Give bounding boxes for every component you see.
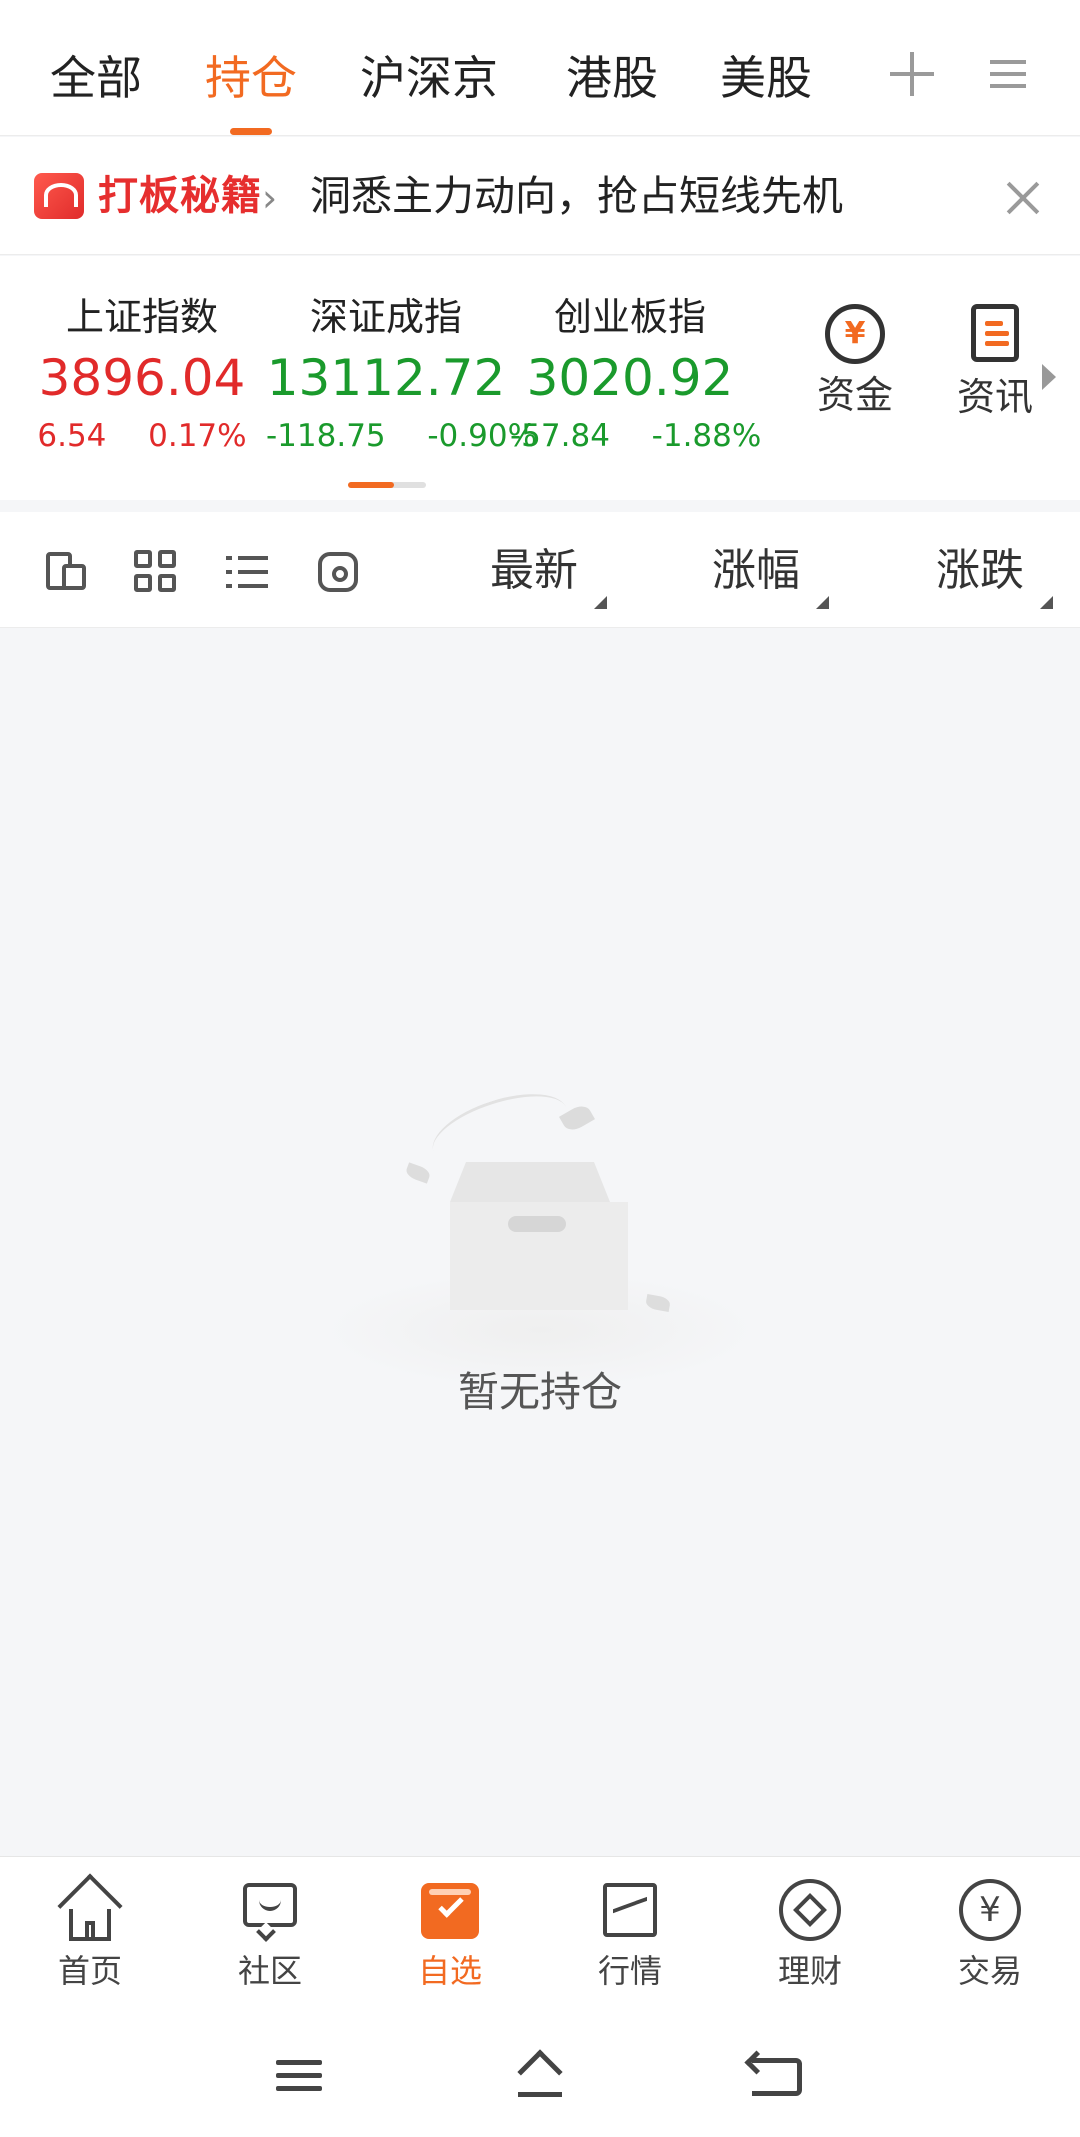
menu-icon[interactable] [990,56,1026,92]
nav-label: 行情 [597,1952,662,1990]
nav-trade[interactable]: ¥ 交易 [900,1879,1080,1993]
scroll-right-arrow-icon[interactable] [1042,364,1056,390]
index-value: 13112.72 [266,349,506,407]
index-change-amount: -57.84 [510,418,610,454]
column-change-amount[interactable]: 涨跌 [936,542,1024,600]
system-home-icon[interactable] [512,2049,568,2100]
index-pager-active [348,482,394,488]
index-card-shenzhen[interactable]: 深证成指 13112.72 -118.75 -0.90% [266,292,537,458]
nav-home[interactable]: 首页 [0,1873,180,1993]
system-back-icon[interactable] [752,2058,802,2096]
settings-icon[interactable] [318,552,358,592]
list-view-icon[interactable] [226,550,270,594]
promo-brand: 打板秘籍 [98,173,262,219]
market-index-strip: 上证指数 3896.04 6.54 0.17% 深证成指 13112.72 -1… [0,256,1080,500]
top-tab-bar: 全部 持仓 沪深京 港股 美股 [0,0,1080,136]
index-name: 创业板指 [553,295,706,339]
system-menu-icon[interactable] [276,2058,322,2094]
index-card-shanghai[interactable]: 上证指数 3896.04 6.54 0.17% [22,292,262,458]
promo-chevron-right-icon: › [262,176,278,220]
nav-label: 理财 [777,1952,842,1990]
index-change-amount: 6.54 [37,418,107,454]
nav-label: 社区 [237,1952,302,1990]
active-tab-indicator [230,128,272,135]
promo-banner[interactable]: 打板秘籍 › 洞悉主力动向，抢占短线先机 [0,137,1080,255]
bottom-navigation: 首页 社区 自选 行情 理财 ¥ 交易 [0,1856,1080,2012]
nav-market[interactable]: 行情 [540,1879,720,1993]
community-icon [239,1879,301,1942]
index-change: 6.54 0.17% [22,414,262,458]
index-name: 上证指数 [65,295,218,339]
empty-box-illustration [300,1079,780,1390]
news-icon [971,304,1019,362]
market-icon [599,1879,661,1941]
index-card-chinext[interactable]: 创业板指 3020.92 -57.84 -1.88% [510,292,761,458]
grid-view-icon[interactable] [134,550,178,594]
nav-community[interactable]: 社区 [180,1879,360,1993]
tab-all[interactable]: 全部 [50,48,142,108]
promo-logo-icon [34,173,84,219]
quick-link-news[interactable]: 资讯 [935,304,1055,422]
index-name: 深证成指 [309,295,462,339]
nav-label: 首页 [57,1952,122,1990]
close-icon[interactable] [1006,181,1040,215]
index-value: 3896.04 [38,349,246,407]
tab-holdings[interactable]: 持仓 [205,48,297,108]
nav-wealth[interactable]: 理财 [720,1879,900,1993]
fund-flow-icon: ¥ [825,304,885,364]
switch-view-icon[interactable] [44,550,88,594]
index-change-percent: -1.88% [651,418,762,454]
nav-watchlist[interactable]: 自选 [360,1879,540,1993]
quick-link-funds[interactable]: ¥ 资金 [795,304,915,420]
sort-icon [1040,596,1053,609]
sort-icon [816,596,829,609]
index-change-amount: -118.75 [266,418,386,454]
tab-us-stocks[interactable]: 美股 [720,48,812,108]
watchlist-header: 最新 涨幅 涨跌 [0,512,1080,628]
wealth-icon [779,1879,841,1941]
system-navigation-bar [0,2012,1080,2137]
column-change-percent[interactable]: 涨幅 [712,542,800,600]
nav-label: 交易 [957,1952,1022,1990]
watchlist-icon [419,1879,481,1941]
tab-hk-stocks[interactable]: 港股 [566,48,658,108]
trade-icon: ¥ [959,1879,1021,1941]
nav-label: 自选 [417,1952,482,1990]
index-change: -118.75 -0.90% [266,414,537,458]
sort-icon [594,596,607,609]
index-change-percent: 0.17% [148,418,247,454]
tab-hs-bj[interactable]: 沪深京 [360,48,498,108]
promo-text: 洞悉主力动向，抢占短线先机 [310,172,843,220]
quick-link-label: 资金 [816,373,893,417]
quick-link-label: 资讯 [956,375,1033,419]
index-value: 3020.92 [526,349,734,407]
column-latest-price[interactable]: 最新 [490,542,578,600]
add-group-plus-icon[interactable] [890,52,934,96]
index-change: -57.84 -1.88% [510,414,761,458]
home-icon [57,1873,123,1941]
empty-state-text: 暂无持仓 [458,1368,622,1416]
